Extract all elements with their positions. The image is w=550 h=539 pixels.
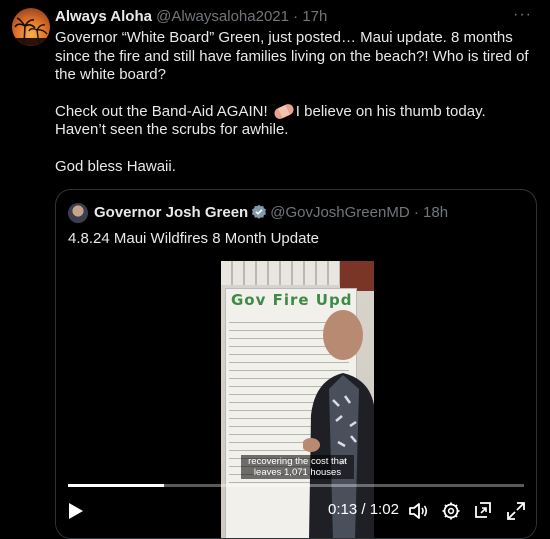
quoted-tweet-time[interactable]: 18h (423, 204, 448, 221)
video-caption: recovering the cost that leaves 1,071 ho… (241, 455, 354, 479)
video-controls: 0:13 / 1:02 (56, 487, 536, 538)
more-options-icon[interactable]: ··· (513, 6, 532, 24)
author-handle[interactable]: @Alwaysaloha2021 (156, 8, 289, 25)
tweet-paragraph-2: Check out the Band-Aid AGAIN! I believe … (55, 101, 535, 140)
author-avatar[interactable] (12, 8, 50, 46)
tweet-paragraph-3: God bless Hawaii. (55, 157, 176, 175)
quoted-author-handle[interactable]: @GovJoshGreenMD (270, 204, 409, 221)
quoted-tweet-card[interactable]: Governor Josh Green @GovJoshGreenMD · 18h… (55, 189, 537, 539)
tweet-paragraph-1: Governor “White Board” Green, just poste… (55, 29, 529, 83)
separator-dot: · (293, 8, 299, 25)
curtain (340, 261, 374, 291)
volume-icon[interactable] (408, 501, 428, 521)
quoted-author-name[interactable]: Governor Josh Green (94, 204, 248, 221)
tweet-time[interactable]: 17h (302, 8, 327, 25)
quoted-tweet-text: 4.8.24 Maui Wildfires 8 Month Update (68, 230, 319, 247)
tweet-text: Governor “White Board” Green, just poste… (55, 29, 535, 176)
play-icon[interactable] (68, 502, 84, 520)
bandage-emoji-icon (272, 101, 296, 121)
tweet-header: Always Aloha @Alwaysaloha2021 · 17h (55, 8, 327, 26)
quoted-author-avatar[interactable] (68, 203, 88, 223)
video-timecode: 0:13 / 1:02 (328, 501, 399, 518)
fullscreen-icon[interactable] (506, 501, 526, 521)
picture-in-picture-icon[interactable] (473, 501, 493, 521)
author-name[interactable]: Always Aloha (55, 8, 152, 25)
quoted-separator-dot: · (413, 204, 419, 221)
caption-line-1: recovering the cost that (248, 456, 347, 467)
quoted-tweet-header: Governor Josh Green @GovJoshGreenMD · 18h (94, 203, 448, 223)
caption-line-2: leaves 1,071 houses (253, 467, 342, 478)
current-time: 0:13 (328, 501, 358, 518)
time-separator: / (361, 501, 366, 518)
duration: 1:02 (369, 501, 399, 518)
settings-icon[interactable] (441, 501, 461, 521)
video-player[interactable]: Gov Fire Upd recovering the cost that le… (56, 258, 536, 538)
tweet-paragraph-2-start: Check out the Band-Aid AGAIN! (55, 102, 268, 120)
verified-badge-icon (252, 204, 267, 219)
